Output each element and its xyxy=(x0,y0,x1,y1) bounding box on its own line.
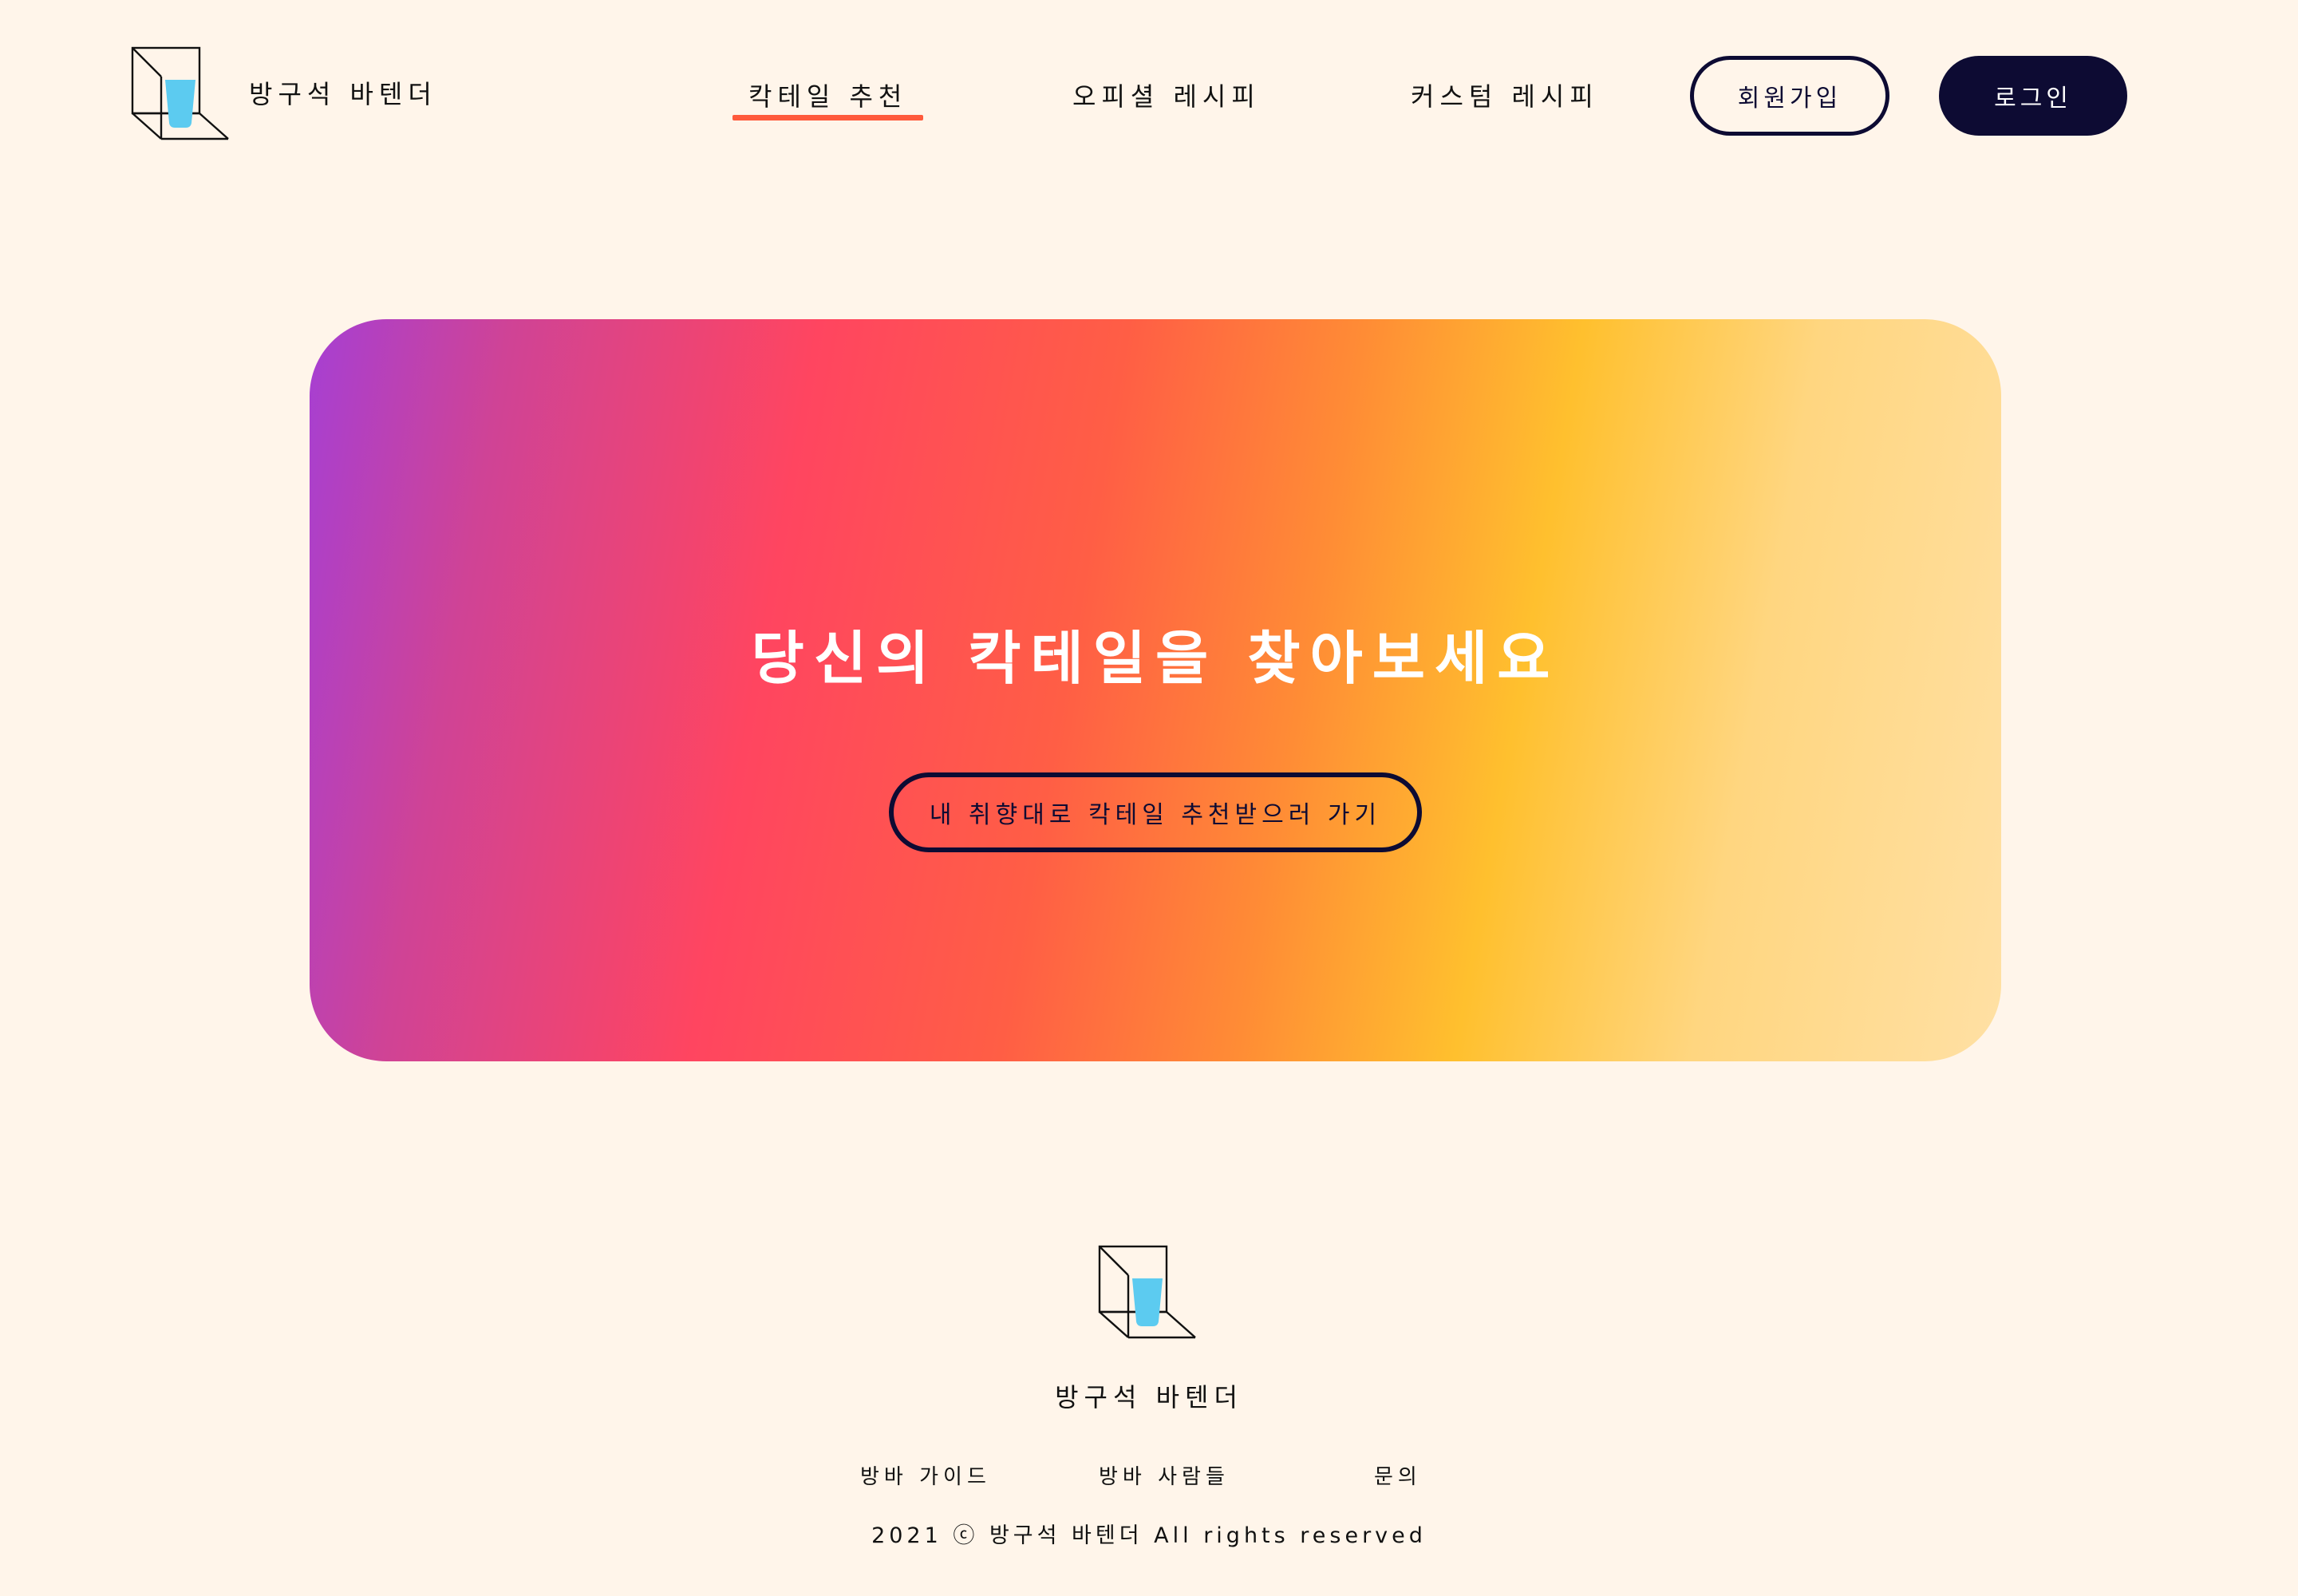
glass-in-cube-logo-icon xyxy=(1098,1245,1196,1339)
footer-link-contact[interactable]: 문의 xyxy=(1374,1460,1422,1490)
recommend-cta-button[interactable]: 내 취향대로 칵테일 추천받으러 가기 xyxy=(889,772,1422,852)
site-header: 방구석 바텐더 칵테일 추천 오피셜 레시피 커스텀 레시피 회원가입 로그인 xyxy=(0,0,2298,192)
footer-link-people[interactable]: 방바 사람들 xyxy=(1099,1460,1230,1490)
nav-item-official-recipe[interactable]: 오피셜 레시피 xyxy=(1072,77,1261,113)
hero-banner: 당신의 칵테일을 찾아보세요 내 취향대로 칵테일 추천받으러 가기 xyxy=(310,319,2001,1061)
copyright-text: 2021 ⓒ 방구석 바텐더 All rights reserved xyxy=(871,1523,1427,1548)
home-logo-link[interactable]: 방구석 바텐더 xyxy=(131,46,437,140)
hero-title: 당신의 칵테일을 찾아보세요 xyxy=(751,625,1560,692)
brand-name: 방구석 바텐더 xyxy=(249,79,437,109)
nav-item-cocktail-recommend[interactable]: 칵테일 추천 xyxy=(732,77,924,120)
site-footer: 방구석 바텐더 방바 가이드 방바 사람들 문의 2021 ⓒ 방구석 바텐더 … xyxy=(0,1245,2298,1596)
nav-item-custom-recipe[interactable]: 커스텀 레시피 xyxy=(1411,77,1599,113)
footer-brand-name: 방구석 바텐더 xyxy=(1055,1382,1243,1412)
login-button[interactable]: 로그인 xyxy=(1939,56,2127,136)
glass-in-cube-logo-icon xyxy=(131,46,229,140)
footer-link-guide[interactable]: 방바 가이드 xyxy=(860,1460,991,1490)
signup-button[interactable]: 회원가입 xyxy=(1690,56,1889,136)
